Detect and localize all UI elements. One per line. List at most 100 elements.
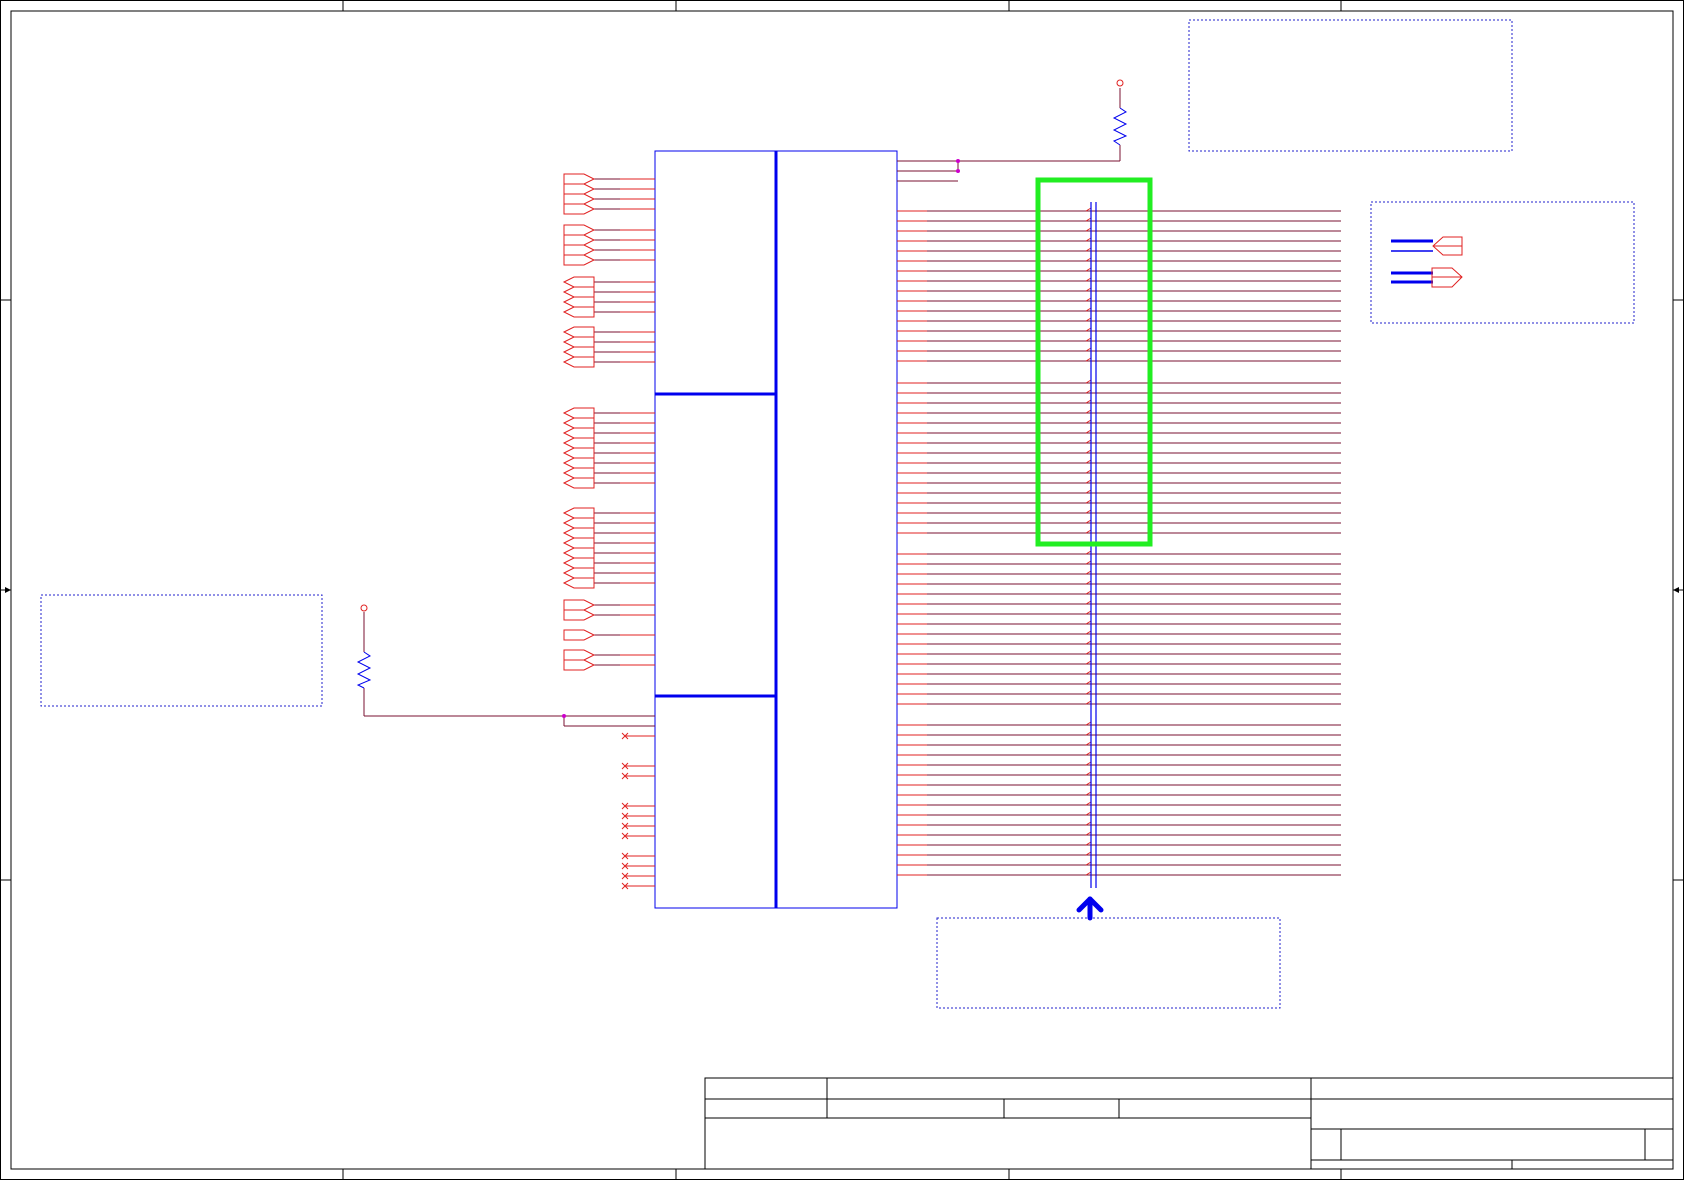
left-pin bbox=[563, 183, 655, 195]
right-net bbox=[897, 700, 1341, 705]
right-net bbox=[897, 670, 1341, 675]
input-port-icon bbox=[562, 447, 595, 459]
left-pin bbox=[562, 447, 655, 459]
right-net bbox=[897, 247, 1341, 252]
right-net bbox=[897, 821, 1341, 826]
no-connect-pin bbox=[621, 852, 655, 860]
right-net bbox=[897, 519, 1341, 524]
input-port-icon bbox=[562, 567, 595, 579]
left-pin bbox=[562, 276, 655, 288]
right-net bbox=[897, 439, 1341, 444]
input-port-icon bbox=[562, 467, 595, 479]
zone-ticks bbox=[0, 0, 1684, 1180]
right-net bbox=[897, 529, 1341, 534]
left-pin-group bbox=[562, 173, 655, 890]
right-net bbox=[897, 207, 1341, 212]
right-net bbox=[897, 600, 1341, 605]
right-net bbox=[897, 357, 1341, 362]
left-pin bbox=[562, 407, 655, 419]
right-net bbox=[897, 257, 1341, 262]
right-net bbox=[897, 660, 1341, 665]
left-pin bbox=[563, 224, 655, 236]
input-port-icon bbox=[562, 547, 595, 559]
right-net bbox=[897, 499, 1341, 504]
input-port-icon bbox=[562, 437, 595, 449]
left-pin bbox=[562, 457, 655, 469]
right-net bbox=[897, 650, 1341, 655]
output-port-icon bbox=[563, 224, 596, 236]
right-net bbox=[897, 781, 1341, 786]
right-net bbox=[897, 831, 1341, 836]
right-net bbox=[897, 690, 1341, 695]
output-port-icon bbox=[563, 609, 596, 621]
input-port-icon bbox=[562, 336, 595, 348]
left-pin bbox=[562, 346, 655, 358]
right-net bbox=[897, 399, 1341, 404]
left-pin bbox=[562, 326, 655, 338]
right-net bbox=[897, 237, 1341, 242]
right-net bbox=[897, 489, 1341, 494]
left-pin bbox=[563, 173, 655, 185]
left-pin bbox=[563, 599, 655, 611]
left-pin bbox=[563, 203, 655, 215]
left-pin bbox=[563, 659, 655, 671]
note-box-top-right bbox=[1188, 19, 1513, 152]
no-connect-pin bbox=[621, 762, 655, 770]
highlight-box bbox=[1035, 177, 1153, 547]
left-pin bbox=[562, 437, 655, 449]
right-net bbox=[897, 419, 1341, 424]
center-marker-left bbox=[0, 587, 11, 593]
right-net bbox=[897, 791, 1341, 796]
right-net bbox=[897, 761, 1341, 766]
left-pin bbox=[562, 286, 655, 298]
right-net bbox=[897, 297, 1341, 302]
left-pin bbox=[562, 467, 655, 479]
right-net bbox=[897, 751, 1341, 756]
right-net bbox=[897, 379, 1341, 384]
right-net bbox=[897, 610, 1341, 615]
no-connect-pin bbox=[621, 772, 655, 780]
input-port-icon bbox=[562, 417, 595, 429]
right-net bbox=[897, 630, 1341, 635]
top-pullup-net bbox=[897, 88, 1121, 182]
legend-bus-entries bbox=[1391, 239, 1433, 284]
right-net bbox=[897, 550, 1341, 555]
right-net bbox=[897, 570, 1341, 575]
no-connect-pin bbox=[621, 732, 655, 740]
right-net bbox=[897, 851, 1341, 856]
no-connect-pin bbox=[621, 812, 655, 820]
schematic-drawing bbox=[0, 0, 1684, 1180]
no-connect-pin bbox=[621, 872, 655, 880]
no-connect-pin bbox=[621, 882, 655, 890]
left-pin bbox=[563, 254, 655, 266]
note-box-left bbox=[40, 594, 323, 707]
input-port-icon bbox=[562, 356, 595, 368]
input-port-icon bbox=[562, 346, 595, 358]
right-net bbox=[897, 267, 1341, 272]
right-net bbox=[897, 560, 1341, 565]
resistor-icon bbox=[356, 651, 372, 689]
right-net bbox=[897, 459, 1341, 464]
power-pin-icon bbox=[360, 604, 368, 612]
input-port-icon bbox=[562, 537, 595, 549]
left-pin bbox=[563, 234, 655, 246]
right-net bbox=[897, 731, 1341, 736]
no-connect-pin bbox=[621, 832, 655, 840]
left-pin bbox=[562, 567, 655, 579]
right-net bbox=[897, 721, 1341, 726]
left-pin bbox=[562, 356, 655, 368]
center-marker-right bbox=[1673, 587, 1684, 593]
left-pin bbox=[562, 296, 655, 308]
input-port-icon bbox=[562, 577, 595, 589]
left-pin bbox=[562, 417, 655, 429]
right-net bbox=[897, 871, 1341, 876]
no-connect-pin bbox=[621, 822, 655, 830]
left-pin bbox=[562, 547, 655, 559]
input-port-icon bbox=[562, 407, 595, 419]
input-port-icon bbox=[562, 427, 595, 439]
right-net bbox=[897, 277, 1341, 282]
note-box-legend bbox=[1370, 201, 1635, 324]
output-port-icon bbox=[563, 203, 596, 215]
right-net bbox=[897, 409, 1341, 414]
output-port-icon bbox=[563, 649, 596, 661]
